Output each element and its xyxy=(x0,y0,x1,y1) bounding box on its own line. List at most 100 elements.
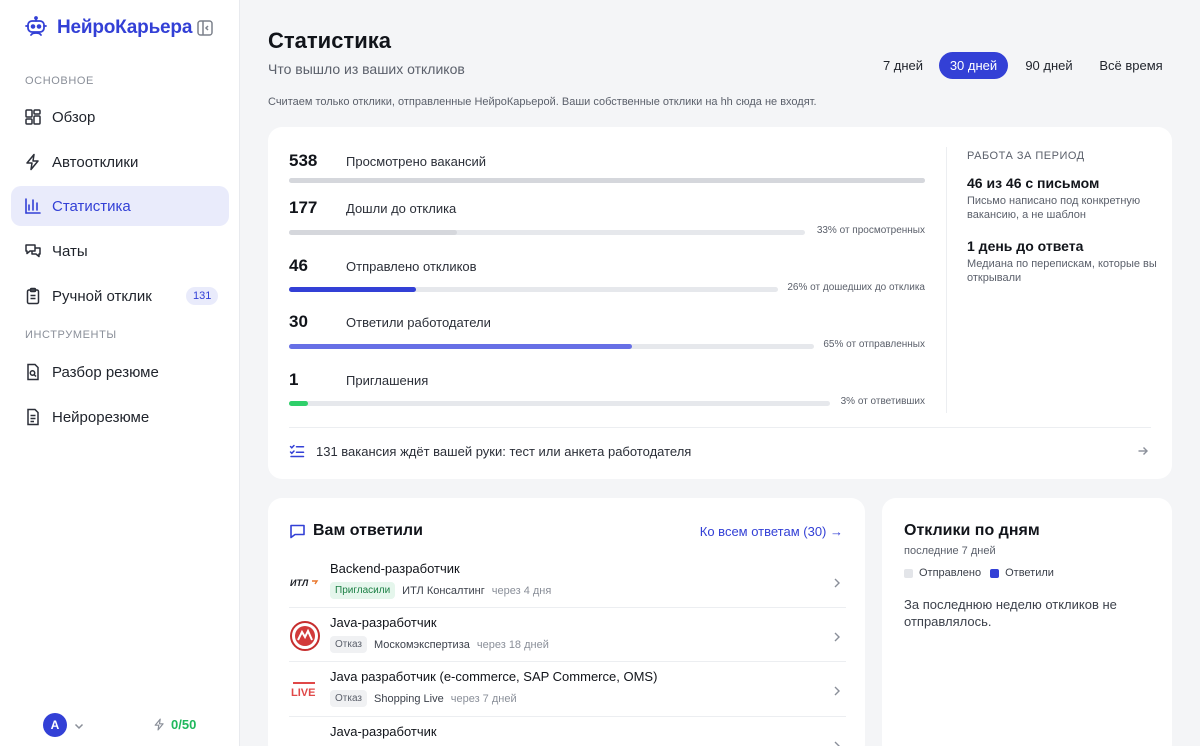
reply-row[interactable]: Java-разработчик Отказ Москомэкспертиза … xyxy=(289,610,846,664)
response-time-caption: Медиана по перепискам, которые вы открыв… xyxy=(967,258,1157,284)
legend-sent-label: Отправлено xyxy=(919,567,982,579)
vacancy-title: Java разработчик (e-commerce, SAP Commer… xyxy=(330,669,658,684)
grid-icon xyxy=(24,108,42,126)
clipboard-icon xyxy=(24,287,42,305)
chat-icon xyxy=(24,242,42,260)
funnel-bar-fill xyxy=(289,178,925,183)
company-logo: ИТЛ xyxy=(289,566,321,598)
user-avatar[interactable]: A xyxy=(43,713,67,737)
lightning-icon xyxy=(24,153,42,171)
legend-replied-label: Ответили xyxy=(1005,567,1054,579)
funnel-bar-fill xyxy=(289,287,416,292)
section-tools-label: ИНСТРУМЕНТЫ xyxy=(25,329,117,341)
divider xyxy=(289,716,846,717)
funnel-percent: 65% от отправленных xyxy=(823,339,925,350)
letters-stat: 46 из 46 с письмом xyxy=(967,175,1100,191)
period-90-days-button[interactable]: 90 дней xyxy=(1014,52,1084,79)
funnel-percent: 33% от просмотренных xyxy=(816,225,925,236)
divider xyxy=(289,661,846,662)
sidebar-item-neuro-resume[interactable]: Нейрорезюме xyxy=(11,397,229,437)
funnel-value: 46 xyxy=(289,256,308,275)
funnel-percent: 26% от дошедших до отклика xyxy=(787,282,925,293)
response-time-stat: 1 день до ответа xyxy=(967,238,1084,254)
funnel-bar-fill xyxy=(289,344,632,349)
funnel-percent: 3% от ответивших xyxy=(840,396,925,407)
funnel-bar-track xyxy=(289,344,814,349)
status-badge: Отказ xyxy=(330,690,367,707)
all-replies-link[interactable]: Ко всем ответам (30) → xyxy=(700,524,843,539)
chat-bubble-icon xyxy=(289,523,306,545)
funnel-bar-track xyxy=(289,401,830,406)
funnel-value: 1 xyxy=(289,370,299,389)
sidebar-item-label: Разбор резюме xyxy=(52,363,159,381)
sidebar-item-autoreplies[interactable]: Автоотклики xyxy=(11,142,229,182)
sidebar-item-resume-review[interactable]: Разбор резюме xyxy=(11,352,229,392)
chevron-right-icon xyxy=(832,684,842,702)
checklist-icon xyxy=(289,443,305,459)
replies-by-day-card: Отклики по дням последние 7 дней Отправл… xyxy=(882,498,1172,746)
sidebar-item-label: Статистика xyxy=(52,197,131,215)
by-day-title: Отклики по дням xyxy=(904,522,1040,539)
chevron-down-icon[interactable] xyxy=(73,719,85,731)
vacancy-title: Java-разработчик xyxy=(330,615,437,630)
funnel-bar-fill xyxy=(289,401,308,406)
reply-row[interactable]: ИТЛ Backend-разработчик Пригласили ИТЛ К… xyxy=(289,556,846,610)
lightning-icon xyxy=(154,718,164,731)
reply-time: через 4 дня xyxy=(491,584,552,597)
by-day-subtitle: последние 7 дней xyxy=(904,545,996,557)
divider xyxy=(946,147,947,413)
legend-swatch-replied xyxy=(990,568,1000,578)
section-main-label: ОСНОВНОЕ xyxy=(25,75,94,87)
chevron-right-icon xyxy=(832,739,842,746)
funnel-value: 538 xyxy=(289,151,318,170)
collapse-sidebar-icon[interactable] xyxy=(196,19,214,37)
company-logo xyxy=(289,620,321,652)
sidebar-item-label: Нейрорезюме xyxy=(52,408,150,426)
doc-search-icon xyxy=(24,363,42,381)
replies-card: Вам ответили Ко всем ответам (30) → ИТЛ … xyxy=(268,498,865,746)
brand[interactable]: НейроКарьера xyxy=(24,14,192,42)
replies-title: Вам ответили xyxy=(313,522,423,539)
sidebar-item-label: Автоотклики xyxy=(52,153,139,171)
company-logo: LIVE xyxy=(289,674,321,706)
company-name: Shopping Live xyxy=(374,692,444,705)
status-badge: Отказ xyxy=(330,636,367,653)
reply-row[interactable]: LIVE Java разработчик (e-commerce, SAP C… xyxy=(289,664,846,718)
funnel-label: Приглашения xyxy=(346,373,429,388)
company-name: ИТЛ Консалтинг xyxy=(402,584,485,597)
period-30-days-button[interactable]: 30 дней xyxy=(939,52,1008,79)
period-7-days-button[interactable]: 7 дней xyxy=(873,52,933,79)
reply-quota: 0/50 xyxy=(153,717,196,732)
svg-text:LIVE: LIVE xyxy=(291,687,315,699)
funnel-bar-track xyxy=(289,287,778,292)
legend-sent: Отправлено xyxy=(904,567,981,579)
reply-meta: Отказ Shopping Live через 7 дней xyxy=(330,690,517,707)
divider xyxy=(289,427,1151,428)
arrow-right-icon xyxy=(1137,445,1149,460)
quota-value: 0/50 xyxy=(171,717,197,732)
funnel-value: 30 xyxy=(289,312,308,331)
work-period-heading: РАБОТА ЗА ПЕРИОД xyxy=(967,150,1085,162)
reply-row[interactable]: Java-разработчик xyxy=(289,719,846,746)
manual-vacancies-link[interactable]: 131 вакансия ждёт вашей руки: тест или а… xyxy=(289,437,1151,465)
funnel-label: Ответили работодатели xyxy=(346,315,491,330)
funnel-card: 538 Просмотрено вакансий 177 Дошли до откли… xyxy=(268,127,1172,479)
status-badge: Пригласили xyxy=(330,582,396,599)
brand-name: НейроКарьера xyxy=(57,17,193,38)
sidebar-item-label: Ручной отклик xyxy=(52,287,152,305)
sidebar-item-overview[interactable]: Обзор xyxy=(11,97,229,137)
divider xyxy=(289,607,846,608)
sidebar-item-label: Обзор xyxy=(52,108,96,126)
sidebar-item-chats[interactable]: Чаты xyxy=(11,231,229,271)
period-all-time-button[interactable]: Всё время xyxy=(1090,52,1172,79)
empty-state-text: За последнюю неделю откликов не отправля… xyxy=(904,597,1117,629)
sidebar: НейроКарьера ОСНОВНОЕ Обзор Автоотклики … xyxy=(0,0,240,746)
sidebar-item-statistics[interactable]: Статистика xyxy=(11,186,229,226)
chevron-right-icon xyxy=(832,576,842,594)
page-title: Статистика xyxy=(268,28,391,53)
vacancy-title: Backend-разработчик xyxy=(330,561,460,576)
chevron-right-icon xyxy=(832,630,842,648)
sidebar-item-manual-reply[interactable]: Ручной отклик 131 xyxy=(11,276,229,316)
robot-logo-icon xyxy=(24,16,48,40)
reply-time: через 18 дней xyxy=(476,638,549,651)
